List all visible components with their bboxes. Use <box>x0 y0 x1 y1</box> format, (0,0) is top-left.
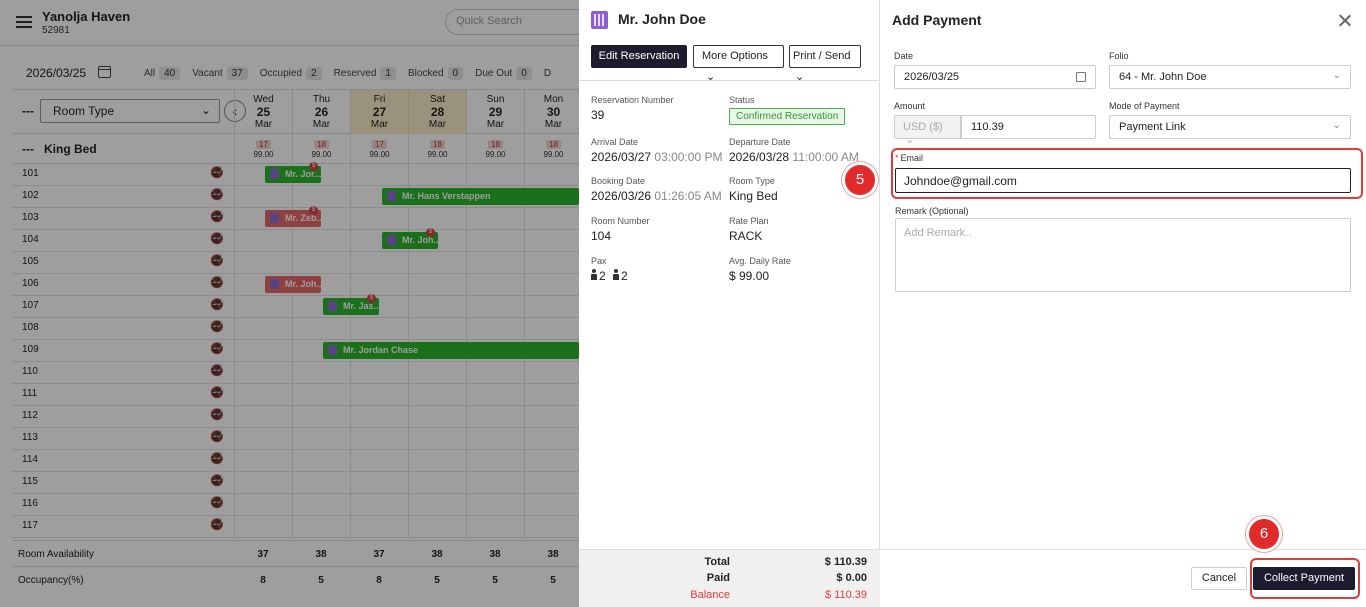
reservation-totals: Total $ 110.39 Paid $ 0.00 Balance $ 110… <box>579 549 880 607</box>
room-type-value: King Bed <box>729 189 778 203</box>
email-label: * Email <box>895 153 923 163</box>
remark-textarea[interactable]: Add Remark.. <box>895 218 1351 292</box>
adult-icon <box>591 269 597 280</box>
reservation-panel: Mr. John Doe Edit Reservation More Optio… <box>579 0 880 607</box>
booking-date-field: Booking Date 2026/03/26 01:26:05 AM <box>591 176 722 203</box>
close-icon[interactable] <box>1338 14 1352 28</box>
print-send-button[interactable]: Print / Send ⌄ <box>789 45 861 83</box>
mode-of-payment-value: Payment Link <box>1119 121 1186 133</box>
paid-value: $ 0.00 <box>836 572 867 584</box>
currency-value: USD ($) <box>903 121 943 133</box>
mode-of-payment-label: Mode of Payment <box>1109 101 1180 111</box>
child-icon <box>613 269 620 280</box>
chevron-down-icon: ⌄ <box>706 71 716 83</box>
status-field: Status Confirmed Reservation <box>729 95 846 125</box>
calendar-icon <box>1076 72 1086 82</box>
reservation-number-field: Reservation Number 39 <box>591 95 674 122</box>
folio-label: Folio <box>1109 51 1129 61</box>
email-input[interactable]: Johndoe@gmail.com <box>895 168 1351 193</box>
total-value: $ 110.39 <box>824 556 867 568</box>
booking-date-label: Booking Date <box>591 176 646 186</box>
required-icon: * <box>895 153 899 163</box>
departure-date-value: 2026/03/28 <box>729 150 790 164</box>
room-type-label: Room Type <box>729 176 775 186</box>
booking-time-value: 01:26:05 AM <box>654 189 722 203</box>
balance-label: Balance <box>690 589 730 601</box>
total-label: Total <box>704 556 730 568</box>
date-input[interactable]: 2026/03/25 <box>894 65 1096 89</box>
pax-field: Pax 2 2 <box>591 256 628 283</box>
currency-select[interactable]: USD ($) ⌄ <box>894 115 961 146</box>
avg-daily-rate-field: Avg. Daily Rate $ 99.00 <box>729 256 791 283</box>
avg-daily-rate-label: Avg. Daily Rate <box>729 256 791 266</box>
add-payment-panel: Add Payment Date 2026/03/25 Folio 64 - M… <box>880 0 1366 607</box>
divider <box>579 80 880 81</box>
email-label-text: Email <box>900 153 924 163</box>
chevron-down-icon: ⌄ <box>1332 120 1341 131</box>
reservation-number-label: Reservation Number <box>591 95 674 105</box>
amount-label: Amount <box>894 101 926 111</box>
chevron-down-icon: ⌄ <box>1332 70 1341 81</box>
mode-of-payment-select[interactable]: Payment Link ⌄ <box>1109 115 1351 139</box>
folio-value: 64 - Mr. John Doe <box>1119 71 1207 83</box>
pax-children-value: 2 <box>621 269 628 283</box>
rate-plan-field: Rate Plan RACK <box>729 216 769 243</box>
step-badge-email: 5 <box>845 165 875 195</box>
cancel-button[interactable]: Cancel <box>1191 567 1247 590</box>
rate-plan-label: Rate Plan <box>729 216 769 226</box>
avg-daily-rate-value: $ 99.00 <box>729 269 770 283</box>
modal-backdrop[interactable] <box>0 0 579 607</box>
divider <box>880 549 1366 550</box>
hotel-icon <box>591 11 608 29</box>
amount-input[interactable]: 110.39 <box>961 115 1096 139</box>
collect-payment-button[interactable]: Collect Payment <box>1253 567 1355 590</box>
room-number-field: Room Number 104 <box>591 216 650 243</box>
booking-date-value: 2026/03/26 <box>591 189 652 203</box>
edit-reservation-button[interactable]: Edit Reservation <box>591 45 687 68</box>
departure-date-field: Departure Date 2026/03/28 11:00:00 AM <box>729 137 859 164</box>
status-label: Status <box>729 95 755 105</box>
status-badge: Confirmed Reservation <box>729 108 846 125</box>
paid-label: Paid <box>706 572 730 584</box>
room-number-value: 104 <box>591 229 612 243</box>
guest-name: Mr. John Doe <box>618 11 706 27</box>
pax-label: Pax <box>591 256 607 266</box>
step-badge-collect: 6 <box>1249 519 1279 549</box>
more-options-button[interactable]: More Options ⌄ <box>693 45 784 83</box>
departure-date-label: Departure Date <box>729 137 791 147</box>
chevron-down-icon: ⌄ <box>795 71 805 83</box>
print-send-label: Print / Send <box>793 50 851 62</box>
date-label: Date <box>894 51 914 61</box>
departure-time-value: 11:00:00 AM <box>792 150 859 164</box>
folio-select[interactable]: 64 - Mr. John Doe ⌄ <box>1109 65 1351 89</box>
rate-plan-value: RACK <box>729 229 763 243</box>
date-value: 2026/03/25 <box>904 71 960 83</box>
balance-value: $ 110.39 <box>824 589 867 601</box>
chevron-down-icon: ⌄ <box>905 134 915 146</box>
pax-adults-value: 2 <box>599 269 606 283</box>
arrival-date-field: Arrival Date 2026/03/27 03:00:00 PM <box>591 137 722 164</box>
arrival-time-value: 03:00:00 PM <box>654 150 723 164</box>
arrival-date-label: Arrival Date <box>591 137 639 147</box>
remark-label: Remark (Optional) <box>895 206 969 216</box>
reservation-number-value: 39 <box>591 108 605 122</box>
add-payment-title: Add Payment <box>892 12 982 28</box>
room-type-field: Room Type King Bed <box>729 176 778 203</box>
room-number-label: Room Number <box>591 216 650 226</box>
more-options-label: More Options <box>702 50 769 62</box>
arrival-date-value: 2026/03/27 <box>591 150 652 164</box>
